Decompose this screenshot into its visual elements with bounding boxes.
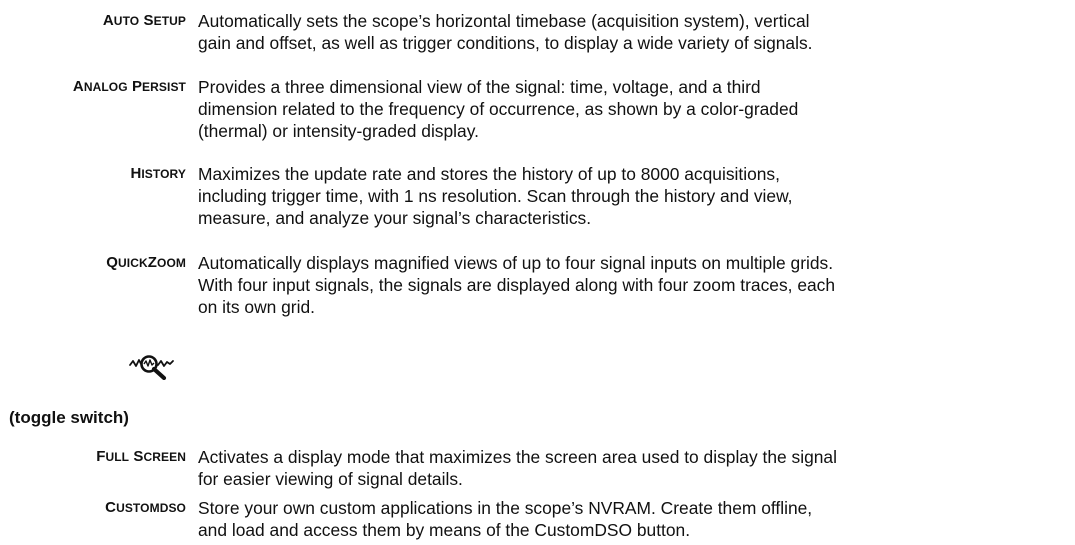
description-quickzoom: Automatically displays magnified views o… bbox=[198, 253, 836, 317]
description-analog-persist: Provides a three dimensional view of the… bbox=[198, 77, 799, 141]
entry-history: HISTORY Maximizes the update rate and st… bbox=[0, 163, 1075, 233]
term-analog-persist: ANALOG PERSIST bbox=[72, 78, 186, 95]
entry-customdso: CUSTOMDSO Store your own custom applicat… bbox=[0, 497, 1075, 545]
description-auto-setup: Automatically sets the scope’s horizonta… bbox=[198, 11, 813, 53]
term-full-screen: FULL SCREEN bbox=[96, 448, 186, 465]
quickzoom-magnifier-icon bbox=[129, 355, 174, 380]
entry-analog-persist: ANALOG PERSIST Provides a three dimensio… bbox=[0, 76, 1075, 146]
description-customdso: Store your own custom applications in th… bbox=[198, 498, 813, 540]
term-customdso: CUSTOMDSO bbox=[105, 499, 186, 516]
toggle-switch-label: (toggle switch) bbox=[9, 408, 129, 427]
term-quickzoom: QUICKZOOM bbox=[106, 254, 186, 271]
description-history: Maximizes the update rate and stores the… bbox=[198, 164, 793, 228]
entry-full-screen: FULL SCREEN Activates a display mode tha… bbox=[0, 446, 1075, 494]
entry-quickzoom: QUICKZOOM Automatically displays magnifi… bbox=[0, 252, 1075, 322]
term-history: HISTORY bbox=[130, 165, 186, 182]
term-auto-setup: AUTO SETUP bbox=[102, 12, 186, 29]
description-full-screen: Activates a display mode that maximizes … bbox=[198, 447, 837, 489]
entry-auto-setup: AUTO SETUP Automatically sets the scope’… bbox=[0, 10, 1075, 58]
